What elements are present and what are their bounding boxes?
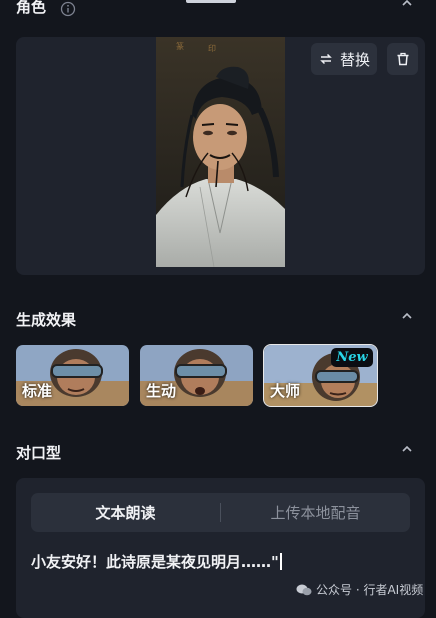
lip-section-title: 对口型 (16, 444, 62, 462)
effect-options: 标准 生动 New 大师 (16, 344, 378, 408)
replace-label: 替换 (339, 50, 370, 69)
effect-section-title: 生成效果 (16, 311, 77, 329)
info-icon[interactable] (60, 1, 76, 17)
tab-upload-audio[interactable]: 上传本地配音 (221, 493, 410, 532)
trash-icon (397, 52, 408, 66)
watermark-text: 公众号 · 行者AI视频 (316, 583, 424, 597)
tab-text-read[interactable]: 文本朗读 (31, 493, 220, 532)
effect-option-standard[interactable]: 标准 (16, 345, 129, 406)
watermark: 公众号 · 行者AI视频 (296, 581, 423, 598)
effect-label: 生动 (146, 382, 177, 400)
effect-option-master[interactable]: New 大师 (263, 344, 378, 407)
top-tab-indicator (186, 0, 236, 3)
new-badge: New (331, 348, 373, 367)
chevron-up-icon[interactable] (400, 309, 414, 323)
effect-option-vivid[interactable]: 生动 (140, 345, 253, 406)
speech-text-input[interactable]: 小友安好！此诗原是某夜见明月……" (31, 551, 282, 572)
effect-label: 大师 (270, 382, 301, 400)
role-portrait: 篆 印 (156, 37, 285, 267)
wechat-icon (296, 584, 312, 595)
chevron-up-icon[interactable] (400, 0, 414, 10)
delete-button[interactable] (387, 43, 418, 75)
svg-text:篆: 篆 (176, 41, 184, 51)
swap-icon (320, 53, 332, 65)
chevron-up-icon[interactable] (400, 442, 414, 456)
effect-label: 标准 (22, 382, 53, 400)
role-card: 篆 印 替换 (16, 37, 425, 275)
lip-mode-tabs: 文本朗读 上传本地配音 (31, 493, 410, 532)
svg-text:印: 印 (208, 44, 216, 53)
speech-text: 小友安好！此诗原是某夜见明月……" (31, 553, 279, 571)
role-section-title: 角色 (16, 0, 47, 16)
replace-button[interactable]: 替换 (311, 43, 377, 75)
text-caret (279, 553, 282, 570)
